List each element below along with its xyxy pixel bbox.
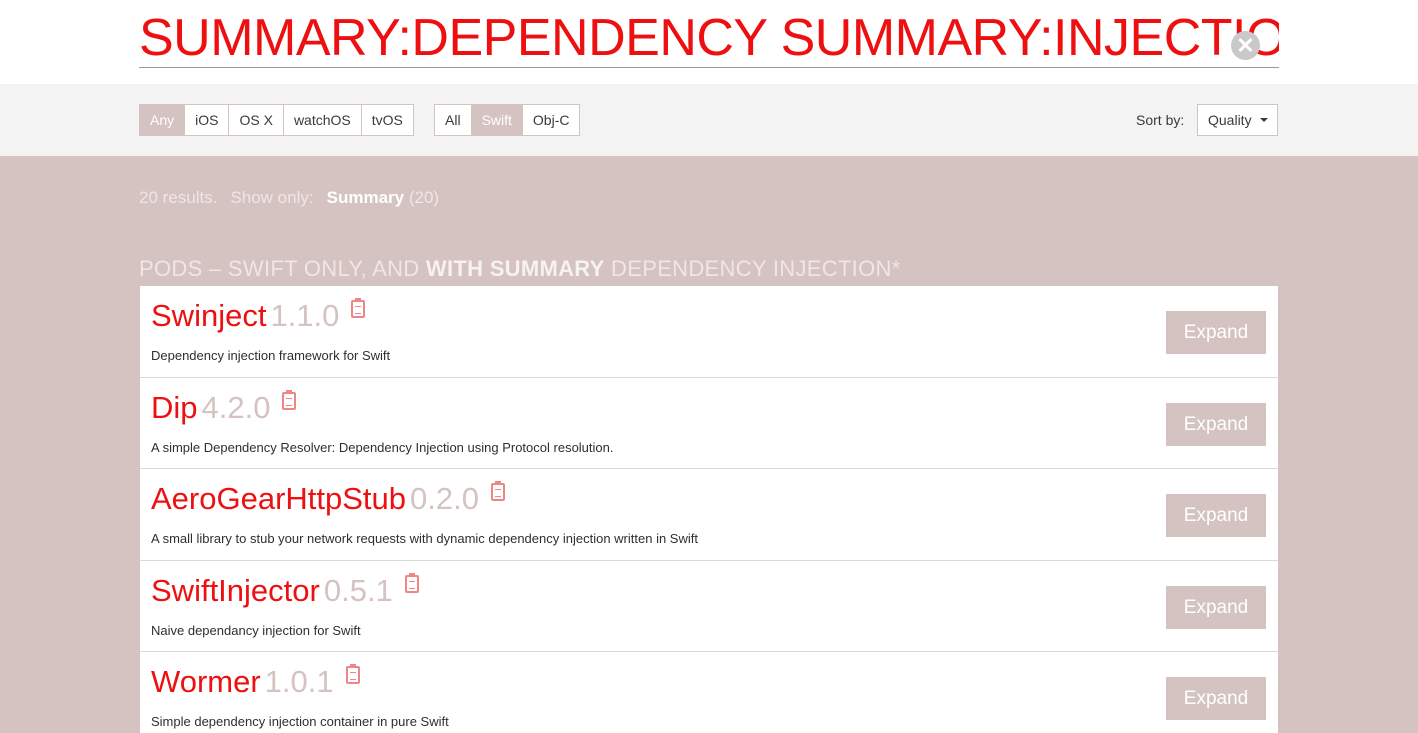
platform-watchos-button[interactable]: watchOS — [282, 105, 361, 135]
pod-name[interactable]: AeroGearHttpStub — [151, 481, 406, 516]
pod-version: 0.5.1 — [323, 572, 393, 608]
clipboard-icon[interactable] — [490, 481, 505, 501]
show-only-label: Show only: — [230, 188, 314, 207]
clipboard-icon[interactable] — [345, 664, 360, 684]
sort-label: Sort by: — [1136, 112, 1185, 128]
pod-summary: Simple dependency injection container in… — [151, 714, 449, 729]
clipboard-icon[interactable] — [404, 572, 419, 593]
pod-item: SwiftInjector 0.5.1 Naive dependancy inje… — [140, 561, 1278, 652]
pod-name[interactable]: SwiftInjector — [151, 573, 320, 608]
sort-select[interactable]: Quality — [1197, 104, 1278, 136]
category-filter-summary[interactable]: Summary — [327, 188, 404, 207]
pod-version: 1.1.0 — [270, 298, 340, 333]
pod-title: Dip 4.2.0 — [151, 389, 297, 426]
expand-button[interactable]: Expand — [1166, 677, 1266, 720]
search-bar: SUMMARY:DEPENDENCY SUMMARY:INJECTION ✕ — [0, 0, 1418, 84]
search-input[interactable]: SUMMARY:DEPENDENCY SUMMARY:INJECTION — [139, 8, 1279, 68]
category-count: (20) — [408, 188, 440, 207]
pod-title: Wormer 1.0.1 — [151, 664, 360, 700]
pod-version: 4.2.0 — [201, 389, 271, 425]
filter-bar: Any iOS OS X watchOS tvOS All Swift Obj-… — [0, 84, 1418, 156]
pod-summary: Naive dependancy injection for Swift — [151, 622, 361, 638]
close-icon[interactable]: ✕ — [1231, 31, 1260, 60]
sort-value: Quality — [1208, 112, 1252, 128]
heading-bold: WITH SUMMARY — [425, 256, 605, 281]
pod-version: 1.0.1 — [264, 664, 334, 699]
expand-button[interactable]: Expand — [1166, 585, 1266, 629]
pod-name[interactable]: Dip — [151, 390, 198, 425]
expand-button[interactable]: Expand — [1166, 494, 1266, 537]
expand-button[interactable]: Expand — [1166, 402, 1266, 446]
pod-item: Wormer 1.0.1 Simple dependency injection … — [140, 652, 1278, 733]
section-heading: PODS – SWIFT ONLY, AND WITH SUMMARY DEPE… — [139, 256, 901, 282]
pod-name[interactable]: Wormer — [151, 664, 261, 699]
heading-part1: PODS – SWIFT ONLY, AND — [139, 256, 426, 281]
platform-filter: Any iOS OS X watchOS tvOS — [139, 104, 414, 136]
platform-tvos-button[interactable]: tvOS — [360, 105, 413, 135]
results-summary: 20 results. Show only: Summary (20) — [139, 188, 439, 208]
pod-item: Dip 4.2.0 A simple Dependency Resolver: D… — [140, 378, 1278, 469]
pod-version: 0.2.0 — [410, 481, 479, 516]
pod-name[interactable]: Swinject — [151, 298, 266, 333]
pod-summary: A simple Dependency Resolver: Dependency… — [151, 439, 614, 455]
language-filter: All Swift Obj-C — [434, 104, 581, 136]
results-count: 20 results. — [139, 188, 218, 207]
heading-part2: DEPENDENCY INJECTION* — [604, 256, 901, 281]
pod-title: Swinject 1.1.0 — [151, 298, 366, 334]
expand-button[interactable]: Expand — [1166, 311, 1266, 354]
clipboard-icon[interactable] — [282, 389, 297, 410]
platform-osx-button[interactable]: OS X — [228, 105, 283, 135]
pod-title: SwiftInjector 0.5.1 — [151, 572, 419, 609]
pod-title: AeroGearHttpStub 0.2.0 — [151, 481, 505, 517]
platform-any-button[interactable]: Any — [140, 105, 185, 135]
language-swift-button[interactable]: Swift — [470, 105, 522, 135]
chevron-down-icon — [1260, 118, 1268, 122]
pod-item: Swinject 1.1.0 Dependency injection frame… — [140, 286, 1278, 378]
pod-summary: A small library to stub your network req… — [151, 531, 698, 546]
pod-list: Swinject 1.1.0 Dependency injection frame… — [140, 286, 1278, 733]
pod-summary: Dependency injection framework for Swift — [151, 348, 391, 363]
language-all-button[interactable]: All — [435, 105, 471, 135]
platform-ios-button[interactable]: iOS — [184, 105, 229, 135]
pod-item: AeroGearHttpStub 0.2.0 A small library to… — [140, 469, 1278, 561]
clipboard-icon[interactable] — [351, 298, 366, 318]
language-objc-button[interactable]: Obj-C — [521, 105, 580, 135]
